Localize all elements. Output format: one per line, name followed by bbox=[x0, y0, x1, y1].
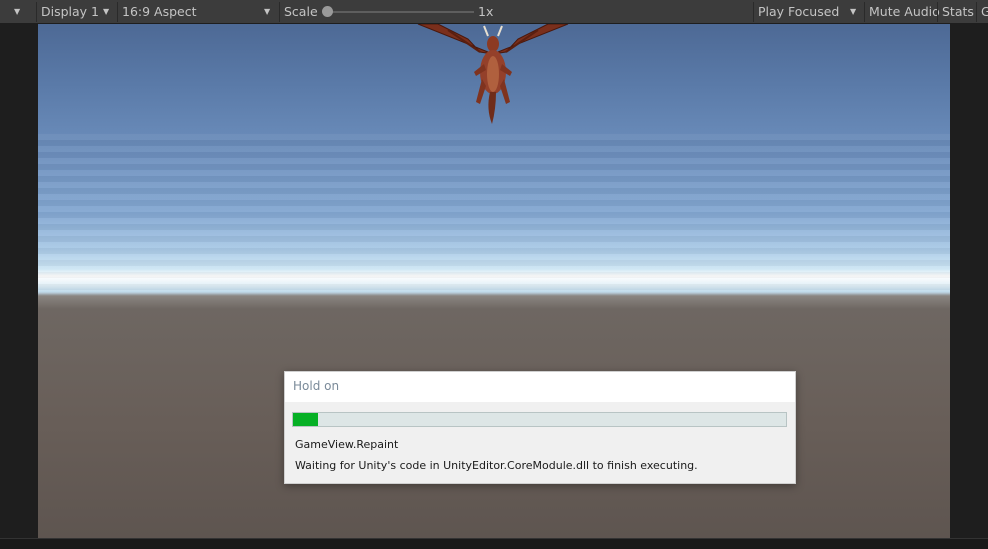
right-panel bbox=[950, 24, 988, 538]
dropdown-arrow-icon: ▼ bbox=[264, 7, 271, 16]
scale-value: 1x bbox=[478, 4, 494, 19]
play-mode-dropdown[interactable]: Play Focused ▼ bbox=[753, 2, 863, 22]
stats-toggle[interactable]: Stats bbox=[937, 2, 975, 22]
dropdown-arrow-icon: ▼ bbox=[14, 7, 21, 16]
bottom-status-bar bbox=[0, 538, 988, 549]
scale-label: Scale bbox=[284, 4, 318, 19]
progress-bar-fill bbox=[293, 413, 318, 426]
operation-label: GameView.Repaint bbox=[295, 438, 399, 451]
hold-on-dialog: Hold on GameView.Repaint Waiting for Uni… bbox=[284, 371, 796, 484]
display-label: Display 1 bbox=[41, 4, 100, 19]
skybox-bands bbox=[38, 134, 950, 294]
gizmos-toggle[interactable]: G bbox=[976, 2, 988, 22]
progress-bar bbox=[292, 412, 787, 427]
aspect-dropdown[interactable]: 16:9 Aspect ▼ bbox=[117, 2, 278, 22]
play-mode-label: Play Focused bbox=[758, 4, 840, 19]
scale-slider-thumb[interactable] bbox=[322, 6, 333, 17]
status-message: Waiting for Unity's code in UnityEditor.… bbox=[295, 459, 698, 472]
dropdown-arrow-icon: ▼ bbox=[850, 7, 857, 16]
dragon-model bbox=[417, 24, 569, 124]
dropdown-arrow-icon: ▼ bbox=[103, 7, 110, 16]
game-view-toolbar: ▼ Display 1 ▼ 16:9 Aspect ▼ Scale 1x Pla… bbox=[0, 0, 988, 24]
scale-slider-track[interactable] bbox=[324, 11, 474, 13]
left-panel bbox=[0, 24, 38, 538]
mute-audio-toggle[interactable]: Mute Audio bbox=[864, 2, 940, 22]
display-dropdown[interactable]: Display 1 ▼ bbox=[36, 2, 116, 22]
dialog-title: Hold on bbox=[285, 372, 795, 402]
aspect-label: 16:9 Aspect bbox=[122, 4, 197, 19]
tab-menu-dropdown[interactable]: ▼ bbox=[0, 2, 32, 22]
